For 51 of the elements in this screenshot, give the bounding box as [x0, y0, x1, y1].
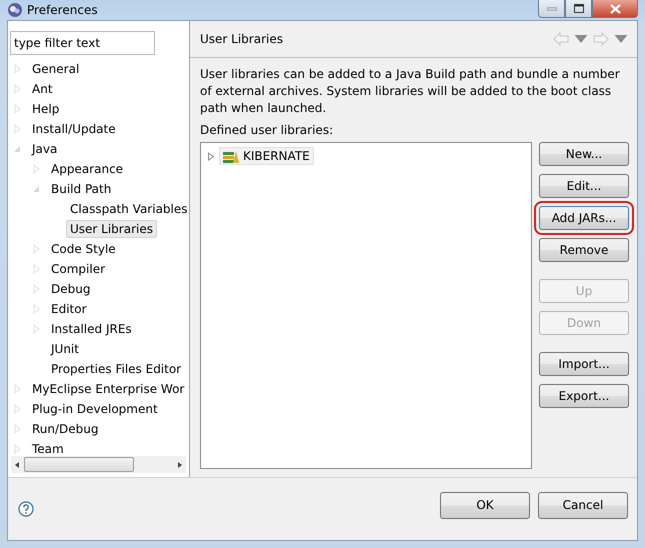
tree-item[interactable]: Code Style [47, 240, 120, 258]
tree-item[interactable]: Team [28, 440, 68, 456]
action-button[interactable]: Edit... [539, 174, 629, 198]
tree-item[interactable]: Java [28, 140, 62, 158]
description-text: User libraries can be added to a Java Build path and bundle a number of external archives. System libraries will be added to the boot class path when launched. [200, 66, 621, 117]
action-button[interactable]: New... [539, 142, 629, 166]
close-icon [610, 4, 620, 14]
action-button[interactable]: Import... [539, 352, 629, 376]
tree-item[interactable]: Help [28, 100, 64, 118]
tree-item[interactable]: JUnit [47, 340, 83, 358]
tree-item[interactable]: Editor [47, 300, 91, 318]
tree-item[interactable]: Installed JREs [47, 320, 136, 338]
action-button[interactable]: Remove [539, 238, 629, 262]
books-icon [223, 150, 239, 162]
back-icon[interactable] [553, 32, 569, 46]
tree-item[interactable]: Run/Debug [28, 420, 103, 438]
minimize-button[interactable] [538, 0, 565, 18]
forward-icon[interactable] [593, 32, 609, 46]
tree-item[interactable]: Install/Update [28, 120, 120, 138]
tree-item[interactable]: Plug-in Development [28, 400, 162, 418]
scroll-right-icon[interactable] [176, 460, 184, 468]
tree-item[interactable]: Ant [28, 80, 57, 98]
scroll-left-icon[interactable] [13, 460, 21, 468]
library-list[interactable]: KIBERNATE [200, 142, 532, 469]
collapse-icon[interactable] [31, 184, 41, 194]
filter-field[interactable]: type filter text [10, 31, 155, 55]
collapse-icon[interactable] [12, 144, 22, 154]
tree-item[interactable]: Compiler [47, 260, 110, 278]
tree-item[interactable]: Debug [47, 280, 94, 298]
dialog-button[interactable]: Cancel [538, 492, 628, 518]
scrollbar-thumb[interactable] [24, 457, 134, 472]
tree-item[interactable]: Build Path [47, 180, 116, 198]
tree-item[interactable]: Classpath Variables [66, 200, 189, 218]
help-icon[interactable] [18, 501, 34, 517]
action-button[interactable]: Export... [539, 384, 629, 408]
expand-icon[interactable] [207, 152, 215, 160]
tree-item[interactable]: User Libraries [66, 220, 157, 238]
app-icon [7, 2, 23, 18]
tree-item[interactable]: Appearance [47, 160, 128, 178]
maximize-button[interactable] [565, 0, 592, 18]
close-button[interactable] [592, 0, 638, 18]
window-title: Preferences [27, 3, 99, 17]
tree-item[interactable]: Properties Files Editor [47, 360, 186, 378]
horizontal-scrollbar[interactable] [11, 456, 186, 473]
page-title: User Libraries [200, 32, 284, 46]
tree-item[interactable]: General [28, 60, 84, 78]
minimize-icon [546, 6, 556, 10]
dialog-button[interactable]: OK [440, 492, 530, 518]
list-label: Defined user libraries: [200, 123, 334, 137]
maximize-icon [574, 4, 584, 13]
tree-item[interactable]: MyEclipse Enterprise Wor [28, 380, 188, 398]
